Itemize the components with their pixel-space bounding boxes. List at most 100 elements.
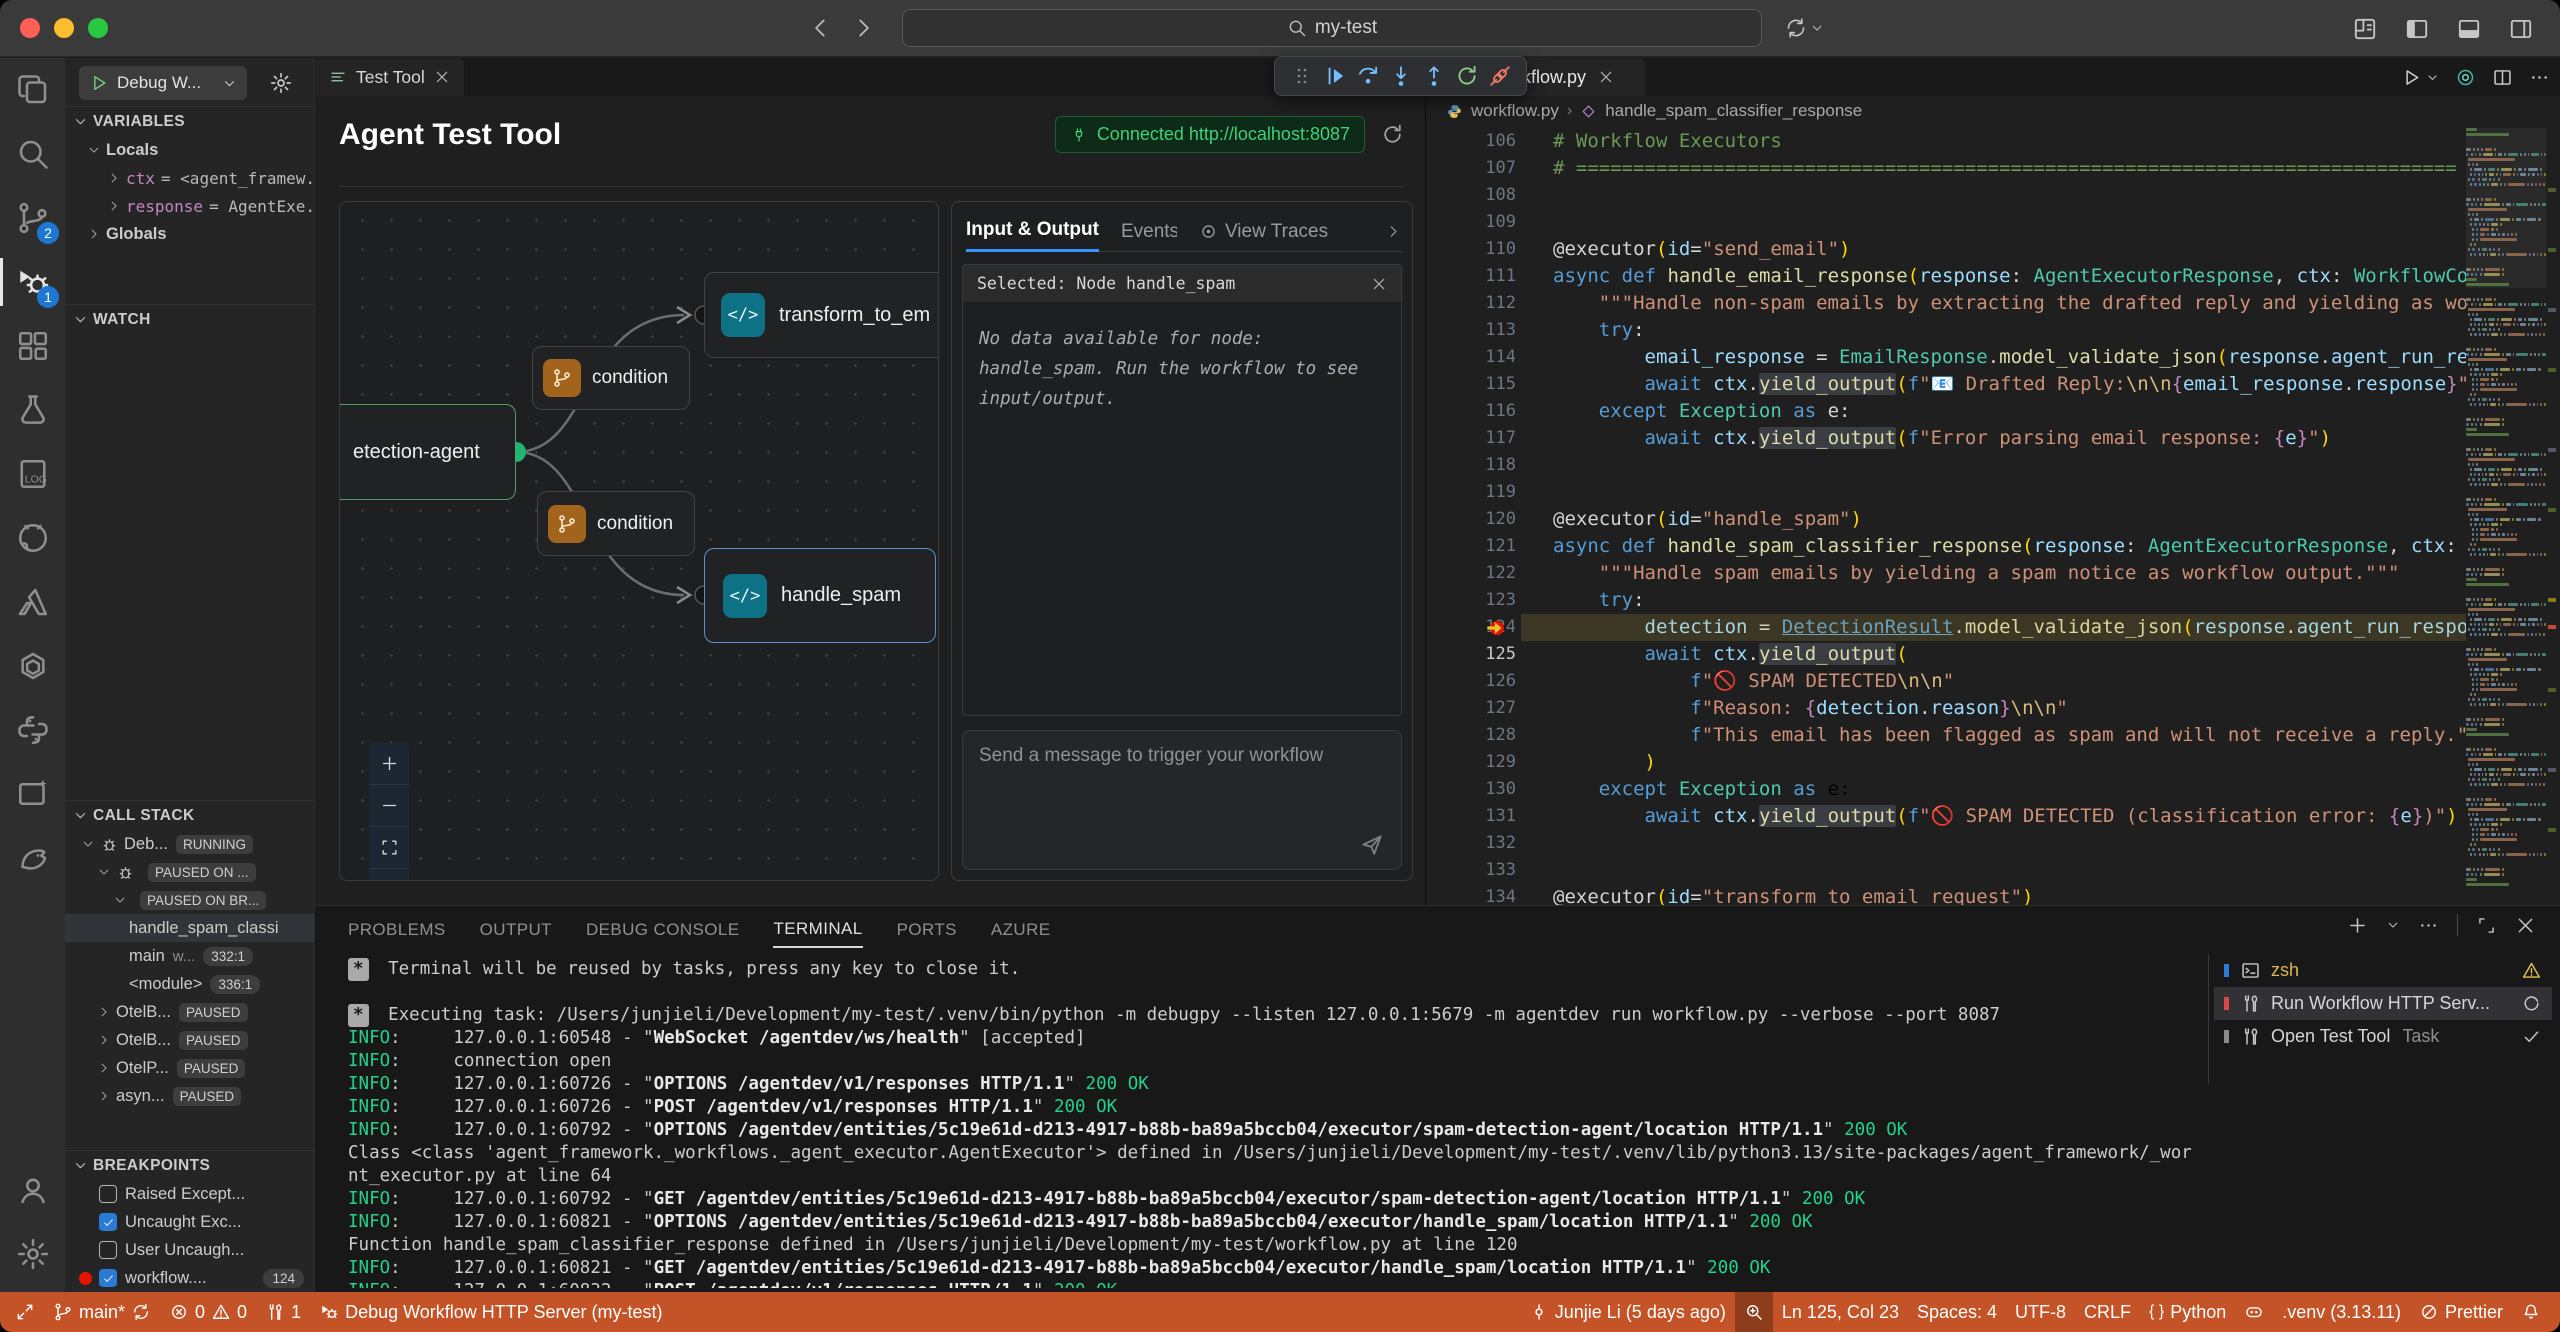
code-line[interactable]: 132: [1426, 830, 2466, 857]
code-editor[interactable]: 106# Workflow Executors107# ============…: [1426, 128, 2466, 905]
code-line[interactable]: 134@executor(id="transform_to_email_requ…: [1426, 884, 2466, 905]
debug-settings-gear-icon[interactable]: [269, 71, 293, 95]
customize-layout-icon[interactable]: [2352, 16, 2378, 42]
activity-explorer[interactable]: [0, 58, 65, 122]
breadcrumb[interactable]: workflow.py › handle_spam_classifier_res…: [1426, 96, 2560, 126]
code-line[interactable]: 119: [1426, 479, 2466, 506]
activity-github[interactable]: [0, 506, 65, 570]
forward-icon[interactable]: [850, 15, 876, 41]
graph-node-detection-agent[interactable]: etection-agent: [339, 404, 516, 500]
activity-output-log[interactable]: LOG: [0, 442, 65, 506]
status-tools-count[interactable]: 1: [256, 1292, 310, 1332]
status-notifications[interactable]: [2512, 1292, 2550, 1332]
toggle-panel-icon[interactable]: [2456, 16, 2482, 42]
command-center-search[interactable]: my-test: [902, 9, 1762, 47]
step-out-icon[interactable]: [1419, 63, 1449, 89]
chevron-down-icon[interactable]: [2386, 918, 2400, 932]
status-encoding[interactable]: UTF-8: [2006, 1292, 2075, 1332]
variable-row[interactable]: ctx= <agent_framew...: [65, 164, 314, 192]
send-icon[interactable]: [1359, 831, 1385, 857]
activity-python[interactable]: [0, 698, 65, 762]
callstack-row[interactable]: handle_spam_classi: [65, 914, 314, 942]
close-window-button[interactable]: [20, 18, 40, 38]
panel-tab-terminal[interactable]: TERMINAL: [773, 912, 862, 948]
lock-button[interactable]: [369, 869, 409, 881]
more-actions-icon[interactable]: [2529, 67, 2550, 88]
zoom-out-button[interactable]: [369, 785, 409, 827]
minimap[interactable]: [2466, 128, 2546, 905]
refresh-icon[interactable]: [1380, 122, 1405, 147]
run-python-file-icon[interactable]: [2401, 67, 2422, 88]
disconnect-icon[interactable]: [1485, 63, 1515, 89]
graph-node-condition-2[interactable]: condition: [537, 491, 695, 556]
terminal-list-sash[interactable]: [2208, 954, 2209, 1084]
code-line[interactable]: 109: [1426, 209, 2466, 236]
code-line[interactable]: 131 await ctx.yield_output(f"🚫 SPAM DETE…: [1426, 803, 2466, 830]
toggle-secondary-sidebar-icon[interactable]: [2508, 16, 2534, 42]
close-panel-icon[interactable]: [2515, 915, 2536, 936]
launch-config-dropdown[interactable]: Debug W...: [79, 66, 247, 100]
graph-node-handle-spam[interactable]: </> handle_spam: [704, 548, 936, 643]
terminal-list-item[interactable]: zsh: [2214, 954, 2552, 987]
terminal-list-item[interactable]: Run Workflow HTTP Serv...: [2214, 987, 2552, 1020]
activity-azure[interactable]: [0, 570, 65, 634]
activity-openai[interactable]: [0, 634, 65, 698]
continue-icon[interactable]: [1320, 63, 1350, 89]
new-terminal-icon[interactable]: [2347, 915, 2368, 936]
terminal-output[interactable]: * Terminal will be reused by tasks, pres…: [348, 958, 2193, 1288]
status-python-env[interactable]: .venv (3.13.11): [2273, 1292, 2410, 1332]
activity-search[interactable]: [0, 122, 65, 186]
status-eol[interactable]: CRLF: [2075, 1292, 2140, 1332]
breakpoint-checkbox[interactable]: [99, 1185, 117, 1203]
code-line[interactable]: 126 f"🚫 SPAM DETECTED\n\n": [1426, 668, 2466, 695]
message-input[interactable]: [963, 731, 1401, 869]
close-icon[interactable]: [434, 69, 450, 85]
callstack-row[interactable]: <module>336:1: [65, 970, 314, 998]
callstack-row[interactable]: mainw...332:1: [65, 942, 314, 970]
activity-extensions[interactable]: [0, 314, 65, 378]
code-line[interactable]: 118: [1426, 452, 2466, 479]
breakpoint-checkbox[interactable]: [99, 1269, 117, 1287]
status-copilot[interactable]: [2235, 1292, 2273, 1332]
code-line[interactable]: 125 await ctx.yield_output(: [1426, 641, 2466, 668]
callstack-row[interactable]: PAUSED ON ...: [65, 858, 314, 886]
step-into-icon[interactable]: [1386, 63, 1416, 89]
status-zoom-indicator[interactable]: [1735, 1292, 1773, 1332]
activity-agent-window[interactable]: [0, 762, 65, 826]
section-watch[interactable]: WATCH: [65, 304, 314, 334]
panel-tab-problems[interactable]: PROBLEMS: [348, 912, 446, 948]
variable-row[interactable]: response= AgentExe...: [65, 192, 314, 220]
code-line[interactable]: 113 try:: [1426, 317, 2466, 344]
code-line[interactable]: 110@executor(id="send_email"): [1426, 236, 2466, 263]
panel-tab-output[interactable]: OUTPUT: [480, 912, 552, 948]
fit-view-button[interactable]: [369, 827, 409, 869]
restart-icon[interactable]: [1452, 63, 1482, 89]
code-line[interactable]: 106# Workflow Executors: [1426, 128, 2466, 155]
callstack-row[interactable]: PAUSED ON BR...: [65, 886, 314, 914]
minimize-window-button[interactable]: [54, 18, 74, 38]
callstack-row[interactable]: OtelB...PAUSED: [65, 998, 314, 1026]
terminal-list-item[interactable]: Open Test ToolTask: [2214, 1020, 2552, 1053]
graph-node-condition-1[interactable]: condition: [532, 346, 690, 410]
code-line[interactable]: 130 except Exception as e:: [1426, 776, 2466, 803]
toggle-sidebar-icon[interactable]: [2404, 16, 2430, 42]
panel-tab-debug-console[interactable]: DEBUG CONSOLE: [586, 912, 740, 948]
extension-action-icon[interactable]: [2455, 67, 2476, 88]
section-variables[interactable]: VARIABLES: [65, 106, 314, 136]
status-debug-session[interactable]: Debug Workflow HTTP Server (my-test): [310, 1292, 671, 1332]
graph-node-transform-to-email[interactable]: </> transform_to_em: [704, 272, 939, 358]
activity-misc-extension[interactable]: [0, 826, 65, 890]
breakpoint-row[interactable]: Uncaught Exc...: [65, 1208, 314, 1236]
status-problems[interactable]: 00: [160, 1292, 256, 1332]
maximize-panel-icon[interactable]: [2476, 915, 2497, 936]
code-line[interactable]: 121async def handle_spam_classifier_resp…: [1426, 533, 2466, 560]
status-branch[interactable]: main*: [44, 1292, 160, 1332]
status-language-mode[interactable]: { }Python: [2140, 1292, 2235, 1332]
code-line[interactable]: 129 ): [1426, 749, 2466, 776]
code-line[interactable]: 120@executor(id="handle_spam"): [1426, 506, 2466, 533]
step-over-icon[interactable]: [1353, 63, 1383, 89]
close-icon[interactable]: [1598, 69, 1614, 85]
split-editor-icon[interactable]: [2492, 67, 2513, 88]
activity-settings[interactable]: [0, 1222, 65, 1286]
chevron-down-icon[interactable]: [2426, 71, 2439, 84]
